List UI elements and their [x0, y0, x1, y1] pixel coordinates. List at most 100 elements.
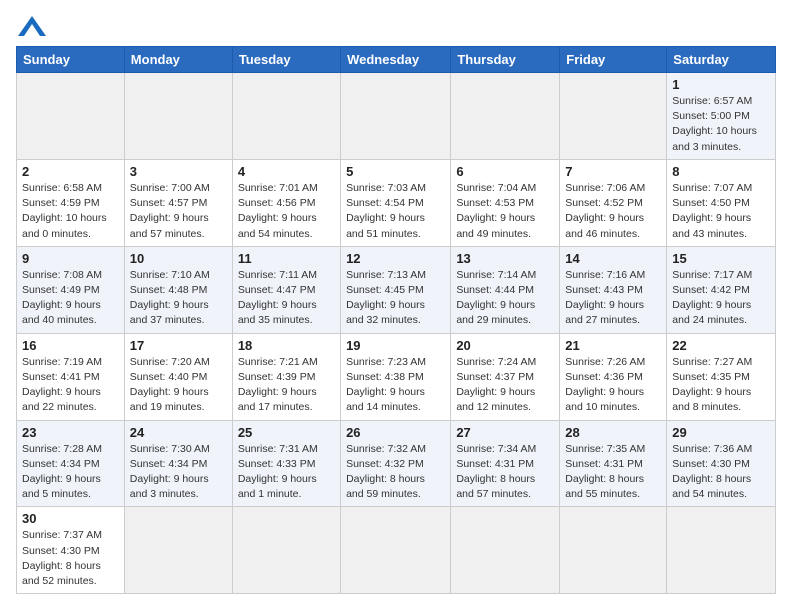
calendar-day-cell: 21 Sunrise: 7:26 AM Sunset: 4:36 PM Dayli… — [560, 333, 667, 420]
day-number: 27 — [456, 425, 554, 440]
calendar-day-cell: 4 Sunrise: 7:01 AM Sunset: 4:56 PM Daylig… — [232, 159, 340, 246]
weekday-header-saturday: Saturday — [667, 47, 776, 73]
day-number: 17 — [130, 338, 227, 353]
day-number: 4 — [238, 164, 335, 179]
day-number: 25 — [238, 425, 335, 440]
calendar-day-cell: 13 Sunrise: 7:14 AM Sunset: 4:44 PM Dayli… — [451, 246, 560, 333]
weekday-header-sunday: Sunday — [17, 47, 125, 73]
day-info: Sunrise: 7:10 AM Sunset: 4:48 PM Dayligh… — [130, 268, 227, 329]
day-number: 15 — [672, 251, 770, 266]
day-info: Sunrise: 7:06 AM Sunset: 4:52 PM Dayligh… — [565, 181, 661, 242]
weekday-header-tuesday: Tuesday — [232, 47, 340, 73]
day-number: 10 — [130, 251, 227, 266]
day-number: 13 — [456, 251, 554, 266]
day-info: Sunrise: 7:34 AM Sunset: 4:31 PM Dayligh… — [456, 442, 554, 503]
calendar-day-cell: 17Sunrise: 7:20 AM Sunset: 4:40 PM Dayli… — [124, 333, 232, 420]
day-info: Sunrise: 7:28 AM Sunset: 4:34 PM Dayligh… — [22, 442, 119, 503]
day-number: 21 — [565, 338, 661, 353]
day-number: 3 — [130, 164, 227, 179]
weekday-header-friday: Friday — [560, 47, 667, 73]
logo — [16, 16, 46, 38]
day-info: Sunrise: 7:07 AM Sunset: 4:50 PM Dayligh… — [672, 181, 770, 242]
day-number: 22 — [672, 338, 770, 353]
day-info: Sunrise: 7:27 AM Sunset: 4:35 PM Dayligh… — [672, 355, 770, 416]
day-info: Sunrise: 7:16 AM Sunset: 4:43 PM Dayligh… — [565, 268, 661, 329]
day-number: 16 — [22, 338, 119, 353]
day-number: 28 — [565, 425, 661, 440]
day-number: 11 — [238, 251, 335, 266]
day-number: 19 — [346, 338, 445, 353]
calendar-day-cell: 7Sunrise: 7:06 AM Sunset: 4:52 PM Daylig… — [560, 159, 667, 246]
day-info: Sunrise: 7:19 AM Sunset: 4:41 PM Dayligh… — [22, 355, 119, 416]
day-info: Sunrise: 7:32 AM Sunset: 4:32 PM Dayligh… — [346, 442, 445, 503]
calendar-day-cell: 18 Sunrise: 7:21 AM Sunset: 4:39 PM Dayli… — [232, 333, 340, 420]
day-number: 30 — [22, 511, 119, 526]
day-info: Sunrise: 7:03 AM Sunset: 4:54 PM Dayligh… — [346, 181, 445, 242]
day-info: Sunrise: 7:08 AM Sunset: 4:49 PM Dayligh… — [22, 268, 119, 329]
calendar-day-cell: 30 Sunrise: 7:37 AM Sunset: 4:30 PM Dayli… — [17, 507, 125, 594]
day-info: Sunrise: 7:13 AM Sunset: 4:45 PM Dayligh… — [346, 268, 445, 329]
calendar-day-cell — [451, 507, 560, 594]
day-number: 12 — [346, 251, 445, 266]
day-info: Sunrise: 7:30 AM Sunset: 4:34 PM Dayligh… — [130, 442, 227, 503]
calendar-day-cell: 2Sunrise: 6:58 AM Sunset: 4:59 PM Daylig… — [17, 159, 125, 246]
day-info: Sunrise: 7:14 AM Sunset: 4:44 PM Dayligh… — [456, 268, 554, 329]
calendar-day-cell — [560, 507, 667, 594]
calendar-day-cell — [124, 73, 232, 160]
day-number: 14 — [565, 251, 661, 266]
calendar-day-cell: 11Sunrise: 7:11 AM Sunset: 4:47 PM Dayli… — [232, 246, 340, 333]
day-info: Sunrise: 7:24 AM Sunset: 4:37 PM Dayligh… — [456, 355, 554, 416]
calendar-day-cell: 3 Sunrise: 7:00 AM Sunset: 4:57 PM Daylig… — [124, 159, 232, 246]
day-number: 1 — [672, 77, 770, 92]
calendar-day-cell: 5 Sunrise: 7:03 AM Sunset: 4:54 PM Daylig… — [341, 159, 451, 246]
calendar-day-cell: 12 Sunrise: 7:13 AM Sunset: 4:45 PM Dayli… — [341, 246, 451, 333]
day-info: Sunrise: 7:00 AM Sunset: 4:57 PM Dayligh… — [130, 181, 227, 242]
calendar-day-cell: 19 Sunrise: 7:23 AM Sunset: 4:38 PM Dayli… — [341, 333, 451, 420]
calendar-day-cell — [124, 507, 232, 594]
day-info: Sunrise: 6:57 AM Sunset: 5:00 PM Dayligh… — [672, 94, 770, 155]
weekday-header-monday: Monday — [124, 47, 232, 73]
calendar-day-cell — [667, 507, 776, 594]
day-info: Sunrise: 7:04 AM Sunset: 4:53 PM Dayligh… — [456, 181, 554, 242]
day-number: 29 — [672, 425, 770, 440]
calendar-week-row: 1 Sunrise: 6:57 AM Sunset: 5:00 PM Daylig… — [17, 73, 776, 160]
calendar-day-cell — [560, 73, 667, 160]
day-number: 24 — [130, 425, 227, 440]
calendar-week-row: 2Sunrise: 6:58 AM Sunset: 4:59 PM Daylig… — [17, 159, 776, 246]
calendar-day-cell — [232, 507, 340, 594]
day-number: 9 — [22, 251, 119, 266]
day-info: Sunrise: 7:17 AM Sunset: 4:42 PM Dayligh… — [672, 268, 770, 329]
calendar-day-cell — [232, 73, 340, 160]
day-info: Sunrise: 7:31 AM Sunset: 4:33 PM Dayligh… — [238, 442, 335, 503]
day-info: Sunrise: 7:35 AM Sunset: 4:31 PM Dayligh… — [565, 442, 661, 503]
calendar-day-cell: 1 Sunrise: 6:57 AM Sunset: 5:00 PM Daylig… — [667, 73, 776, 160]
calendar-day-cell — [341, 73, 451, 160]
calendar-day-cell — [451, 73, 560, 160]
day-number: 2 — [22, 164, 119, 179]
calendar-day-cell: 14 Sunrise: 7:16 AM Sunset: 4:43 PM Dayli… — [560, 246, 667, 333]
calendar-day-cell: 22 Sunrise: 7:27 AM Sunset: 4:35 PM Dayli… — [667, 333, 776, 420]
calendar-day-cell: 26Sunrise: 7:32 AM Sunset: 4:32 PM Dayli… — [341, 420, 451, 507]
logo-icon — [18, 16, 46, 36]
calendar-day-cell: 16 Sunrise: 7:19 AM Sunset: 4:41 PM Dayli… — [17, 333, 125, 420]
weekday-header-row: SundayMondayTuesdayWednesdayThursdayFrid… — [17, 47, 776, 73]
day-number: 18 — [238, 338, 335, 353]
page-header — [16, 16, 776, 38]
day-number: 5 — [346, 164, 445, 179]
calendar-week-row: 9 Sunrise: 7:08 AM Sunset: 4:49 PM Daylig… — [17, 246, 776, 333]
calendar-day-cell: 25 Sunrise: 7:31 AM Sunset: 4:33 PM Dayli… — [232, 420, 340, 507]
calendar-day-cell: 15 Sunrise: 7:17 AM Sunset: 4:42 PM Dayli… — [667, 246, 776, 333]
day-info: Sunrise: 7:37 AM Sunset: 4:30 PM Dayligh… — [22, 528, 119, 589]
calendar-day-cell: 20 Sunrise: 7:24 AM Sunset: 4:37 PM Dayli… — [451, 333, 560, 420]
calendar-day-cell: 27 Sunrise: 7:34 AM Sunset: 4:31 PM Dayli… — [451, 420, 560, 507]
calendar-day-cell: 23Sunrise: 7:28 AM Sunset: 4:34 PM Dayli… — [17, 420, 125, 507]
calendar-day-cell: 8Sunrise: 7:07 AM Sunset: 4:50 PM Daylig… — [667, 159, 776, 246]
calendar-day-cell: 10 Sunrise: 7:10 AM Sunset: 4:48 PM Dayli… — [124, 246, 232, 333]
day-info: Sunrise: 7:01 AM Sunset: 4:56 PM Dayligh… — [238, 181, 335, 242]
calendar-week-row: 23Sunrise: 7:28 AM Sunset: 4:34 PM Dayli… — [17, 420, 776, 507]
day-number: 20 — [456, 338, 554, 353]
day-info: Sunrise: 7:26 AM Sunset: 4:36 PM Dayligh… — [565, 355, 661, 416]
day-info: Sunrise: 7:21 AM Sunset: 4:39 PM Dayligh… — [238, 355, 335, 416]
day-info: Sunrise: 7:23 AM Sunset: 4:38 PM Dayligh… — [346, 355, 445, 416]
weekday-header-thursday: Thursday — [451, 47, 560, 73]
